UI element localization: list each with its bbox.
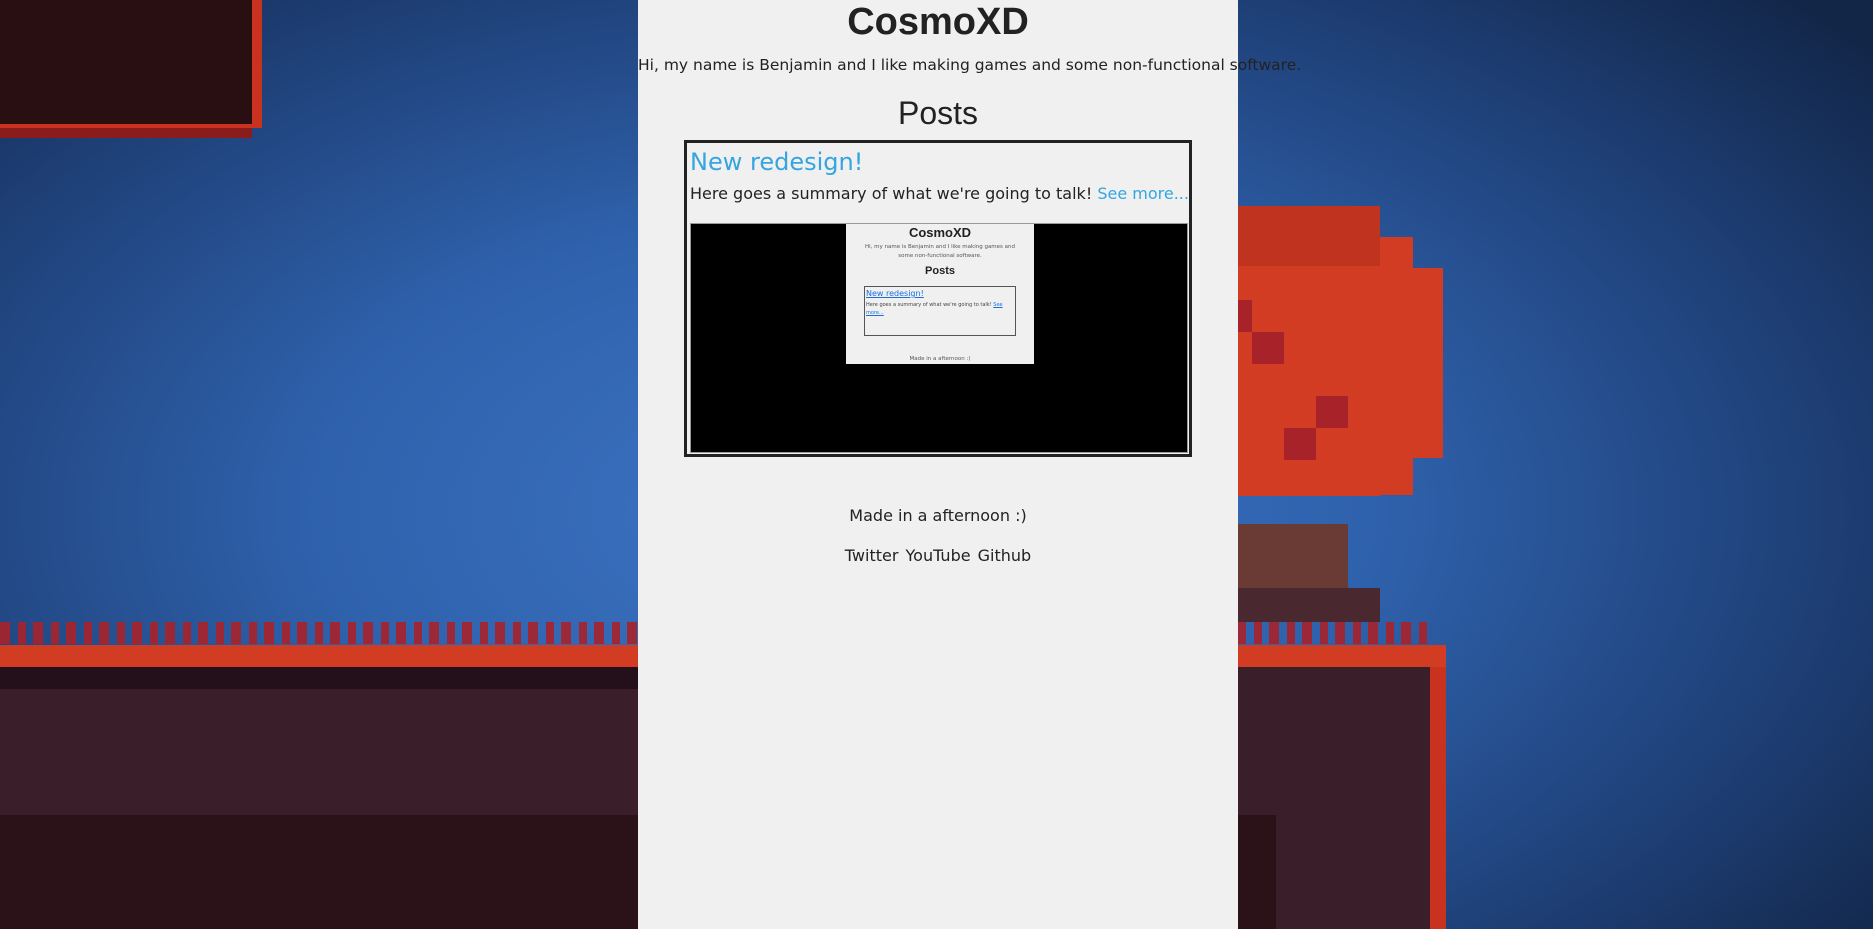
- screenshot-footer: Made in a afternoon :): [909, 356, 971, 362]
- screenshot-post-summary-text: Here goes a summary of what we're going …: [866, 302, 992, 308]
- tree-canopy-step1: [1380, 237, 1413, 495]
- twitter-link[interactable]: Twitter: [845, 546, 899, 565]
- youtube-link[interactable]: YouTube: [906, 546, 971, 565]
- tree-spot-2: [1252, 332, 1284, 364]
- footer-links: Twitter YouTube Github: [638, 545, 1238, 567]
- site-title: CosmoXD: [847, 1, 1029, 43]
- screenshot-intro: Hi, my name is Benjamin and I like makin…: [864, 244, 1016, 259]
- grass-tufts-right: [1236, 622, 1428, 644]
- grass-tufts-left: [0, 622, 640, 644]
- ground-left-edge: [0, 667, 640, 689]
- tree-canopy-step2: [1413, 268, 1443, 458]
- screenshot-posts-heading: Posts: [925, 265, 955, 277]
- post-summary-text: Here goes a summary of what we're going …: [690, 184, 1093, 203]
- post-card: New redesign! Here goes a summary of wha…: [684, 140, 1192, 457]
- ground-left-deep: [0, 815, 640, 929]
- intro-text: Hi, my name is Benjamin and I like makin…: [638, 56, 1302, 74]
- ground-right-deep: [1236, 815, 1276, 929]
- post-summary: Here goes a summary of what we're going …: [690, 183, 1189, 205]
- github-link[interactable]: Github: [978, 546, 1032, 565]
- post-screenshot-image: CosmoXD Hi, my name is Benjamin and I li…: [690, 223, 1188, 453]
- posts-heading: Posts: [897, 95, 979, 131]
- tree-spot-4: [1284, 428, 1316, 460]
- screenshot-post-summary: Here goes a summary of what we're going …: [866, 301, 1015, 317]
- ground-right-wall: [1430, 667, 1446, 929]
- tree-trunk: [1236, 524, 1348, 588]
- screenshot-mini-page: CosmoXD Hi, my name is Benjamin and I li…: [846, 224, 1034, 364]
- see-more-link[interactable]: See more...: [1097, 184, 1189, 203]
- dark-block-inner: [0, 0, 252, 124]
- tree-canopy-top: [1236, 206, 1380, 266]
- screenshot-title: CosmoXD: [908, 225, 972, 240]
- ground-right-grass: [1236, 645, 1446, 667]
- tree-spot-3: [1316, 396, 1348, 428]
- tree-spot-1: [1236, 300, 1252, 332]
- tree-trunk-base: [1236, 588, 1380, 622]
- footer-note: Made in a afternoon :): [849, 506, 1027, 525]
- dark-block-shadow: [0, 128, 252, 138]
- ground-left-grass: [0, 645, 640, 667]
- post-title-link[interactable]: New redesign!: [690, 147, 1189, 177]
- screenshot-post-card: New redesign! Here goes a summary of wha…: [864, 286, 1016, 336]
- main-page: CosmoXD Hi, my name is Benjamin and I li…: [638, 0, 1302, 929]
- screenshot-post-title: New redesign!: [866, 289, 924, 298]
